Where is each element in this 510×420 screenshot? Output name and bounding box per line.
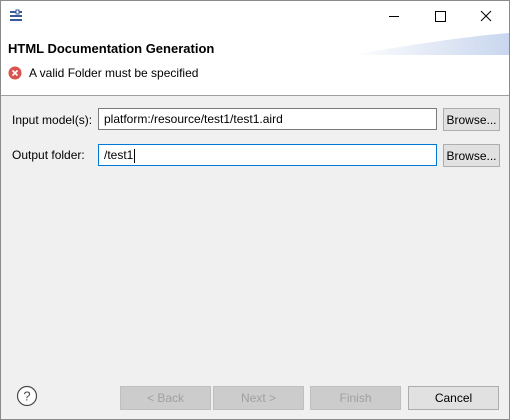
wizard-icon — [10, 9, 22, 21]
finish-button[interactable]: Finish — [310, 386, 401, 410]
close-icon — [480, 10, 492, 22]
cancel-button[interactable]: Cancel — [408, 386, 499, 410]
output-browse-button[interactable]: Browse... — [443, 144, 500, 167]
minimize-icon — [389, 16, 399, 17]
dialog-footer: ? < Back Next > Finish Cancel — [1, 371, 509, 419]
output-folder-value: /test1 — [104, 148, 134, 162]
output-folder-field[interactable]: /test1 — [98, 144, 437, 166]
wizard-banner: HTML Documentation Generation A valid Fo… — [1, 31, 509, 96]
svg-text:?: ? — [23, 389, 30, 404]
output-folder-label: Output folder: — [12, 148, 85, 162]
input-models-label: Input model(s): — [12, 113, 93, 127]
text-caret — [134, 148, 136, 163]
dialog-window: HTML Documentation Generation A valid Fo… — [0, 0, 510, 420]
back-button[interactable]: < Back — [120, 386, 211, 410]
banner-decoration — [349, 33, 509, 55]
error-message: A valid Folder must be specified — [29, 66, 199, 80]
next-button[interactable]: Next > — [213, 386, 304, 410]
title-bar — [1, 1, 509, 31]
input-models-field[interactable]: platform:/resource/test1/test1.aird — [98, 108, 437, 130]
minimize-button[interactable] — [371, 1, 417, 31]
maximize-button[interactable] — [417, 1, 463, 31]
input-browse-button[interactable]: Browse... — [443, 108, 500, 131]
close-button[interactable] — [463, 1, 509, 31]
maximize-icon — [435, 11, 446, 22]
page-title: HTML Documentation Generation — [8, 41, 215, 56]
error-icon — [8, 66, 22, 80]
help-icon[interactable]: ? — [16, 385, 38, 407]
